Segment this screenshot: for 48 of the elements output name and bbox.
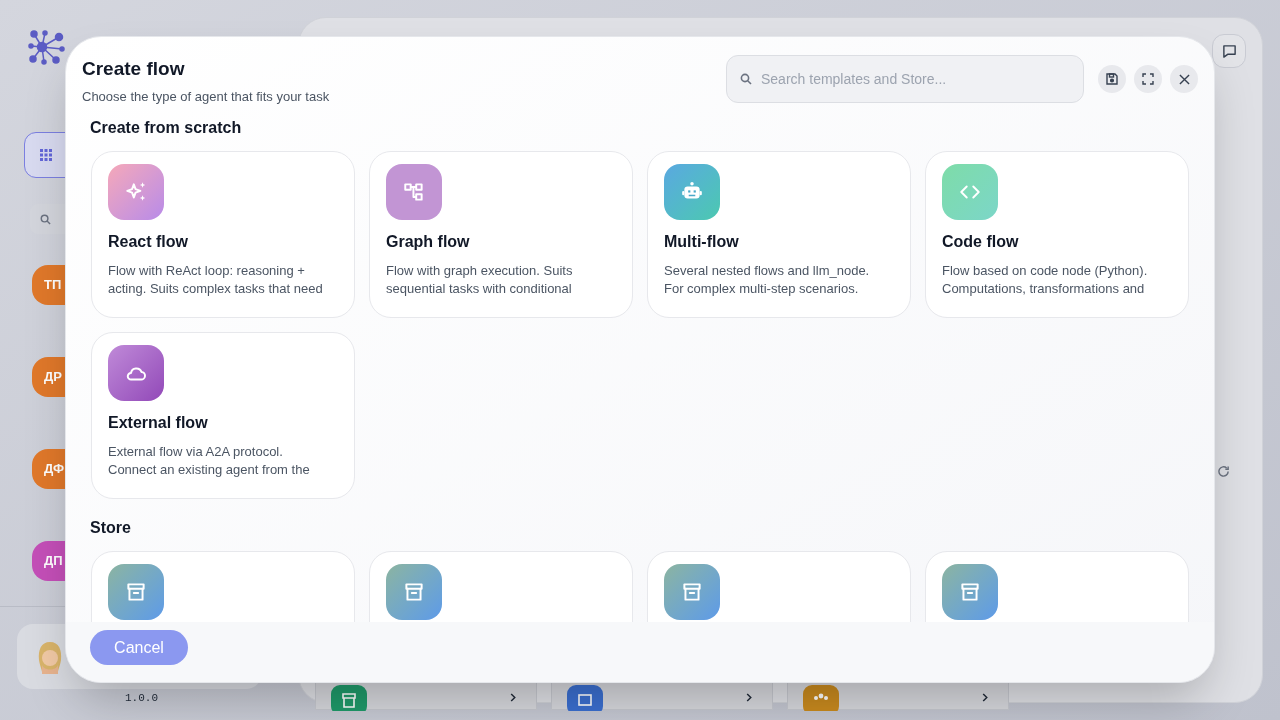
flow-type-card[interactable]: Multi-flow Several nested flows and llm_node. For complex multi-step scenarios. (647, 150, 911, 318)
search-icon (740, 73, 752, 85)
fullscreen-button[interactable] (1134, 65, 1162, 93)
chevron-icon (982, 693, 988, 702)
card-title: Multi-flow (664, 231, 740, 252)
flow-type-card[interactable]: React flow Flow with ReAct loop: reasoning + acting. Suits complex tasks that need (91, 150, 355, 318)
robot-icon (664, 163, 720, 220)
card-description: Flow with ReAct loop: reasoning + acting. Suits complex tasks that need (108, 261, 324, 298)
flow-type-card[interactable]: External flow External flow via A2A protocol. Connect an existing agent from the (91, 331, 355, 499)
code-icon (942, 163, 998, 220)
flow-type-card[interactable]: Graph flow Flow with graph execution. Suits sequential tasks with conditional (369, 150, 633, 318)
archive-icon (664, 563, 720, 620)
section-heading: Store (90, 517, 132, 538)
card-description: Several nested flows and llm_node. For complex multi-step scenarios. (664, 261, 871, 298)
close-button[interactable] (1170, 65, 1198, 93)
archive-icon (108, 563, 164, 620)
cloud-icon (108, 344, 164, 401)
grid-icon (39, 148, 53, 162)
logo-icon (28, 30, 66, 68)
card-description: Flow based on code node (Python). Computations, transformations and (942, 261, 1149, 298)
sparkles-icon (108, 163, 164, 220)
chevron-icon (510, 693, 516, 702)
archive-icon (942, 563, 998, 620)
fullscreen-icon (1142, 73, 1154, 85)
refresh-icon (1217, 465, 1230, 478)
section-heading: Create from scratch (90, 117, 243, 138)
card-title: React flow (108, 231, 189, 252)
card-description: External flow via A2A protocol. Connect an existing agent from the (108, 442, 311, 479)
chevron-icon (746, 693, 752, 702)
save-icon (1106, 73, 1118, 85)
flow-type-card[interactable]: Code flow Flow based on code node (Python). Computations, transformations and (925, 150, 1189, 318)
save-button[interactable] (1098, 65, 1126, 93)
card-title: External flow (108, 412, 209, 433)
archive-icon (386, 563, 442, 620)
chat-button[interactable] (1212, 34, 1246, 68)
chat-icon (1221, 43, 1237, 59)
close-icon (1178, 73, 1190, 85)
people-icon (803, 685, 839, 711)
nodes-icon (386, 163, 442, 220)
archive-icon (331, 685, 367, 711)
card-title: Code flow (942, 231, 1020, 252)
dialog-title: Create flow (82, 57, 186, 81)
version-label: 1.0.0 (125, 691, 158, 706)
card-title: Graph flow (386, 231, 471, 252)
card-description: Flow with graph execution. Suits sequential tasks with conditional (386, 261, 574, 298)
search-icon (40, 213, 51, 225)
dialog-subtitle: Choose the type of agent that fits your task (82, 88, 330, 106)
search-field[interactable]: Search templates and Store... (726, 55, 1084, 103)
